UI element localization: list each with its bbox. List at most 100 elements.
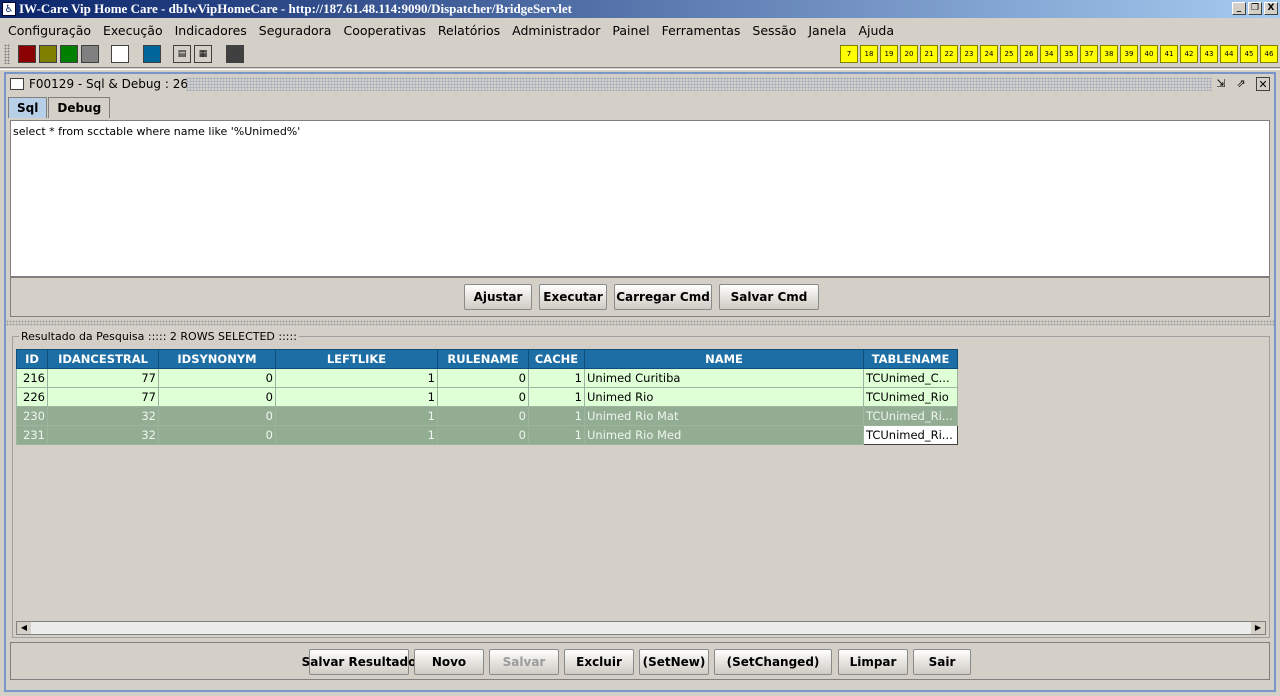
iconify-icon[interactable]: ⇲ <box>1214 77 1228 91</box>
cell-idancestral[interactable]: 77 <box>47 387 159 407</box>
shortcut-button-42[interactable]: 42 <box>1180 45 1198 63</box>
shortcut-button-41[interactable]: 41 <box>1160 45 1178 63</box>
tab-debug[interactable]: Debug <box>48 97 111 118</box>
cell-cache[interactable]: 1 <box>528 425 585 445</box>
table-row[interactable]: 216 77 0 1 0 1 Unimed Curitiba TCUnimed_… <box>16 368 958 388</box>
cell-tablename[interactable]: TCUnimed_Ri... <box>863 406 958 426</box>
cell-idsynonym[interactable]: 0 <box>158 368 276 388</box>
color-button-red[interactable] <box>18 45 36 63</box>
excluir-button[interactable]: Excluir <box>564 649 634 675</box>
shortcut-button-25[interactable]: 25 <box>1000 45 1018 63</box>
menu-configuracao[interactable]: Configuração <box>2 23 97 38</box>
cell-name[interactable]: Unimed Rio Med <box>584 425 864 445</box>
horizontal-scrollbar[interactable]: ◀ ▶ <box>16 621 1266 635</box>
cell-leftlike[interactable]: 1 <box>275 387 438 407</box>
color-button-green[interactable] <box>60 45 78 63</box>
shortcut-button-34[interactable]: 34 <box>1040 45 1058 63</box>
executar-button[interactable]: Executar <box>539 284 607 310</box>
cell-idsynonym[interactable]: 0 <box>158 387 276 407</box>
close-button[interactable]: X <box>1264 2 1278 15</box>
menu-cooperativas[interactable]: Cooperativas <box>337 23 431 38</box>
salvar-button[interactable]: Salvar <box>489 649 559 675</box>
column-header-name[interactable]: NAME <box>584 349 864 369</box>
color-button-white[interactable] <box>111 45 129 63</box>
color-button-olive[interactable] <box>39 45 57 63</box>
color-button-blue[interactable] <box>143 45 161 63</box>
window-list-icon[interactable]: ▦ <box>194 45 212 63</box>
shortcut-button-35[interactable]: 35 <box>1060 45 1078 63</box>
color-button-gray[interactable] <box>81 45 99 63</box>
cell-rulename[interactable]: 0 <box>437 387 529 407</box>
salvar-cmd-button[interactable]: Salvar Cmd <box>719 284 819 310</box>
cell-rulename[interactable]: 0 <box>437 425 529 445</box>
carregar-cmd-button[interactable]: Carregar Cmd <box>614 284 712 310</box>
shortcut-button-39[interactable]: 39 <box>1120 45 1138 63</box>
cell-idancestral[interactable]: 77 <box>47 368 159 388</box>
sql-editor[interactable]: select * from scctable where name like '… <box>10 120 1270 277</box>
menu-ferramentas[interactable]: Ferramentas <box>656 23 747 38</box>
cell-rulename[interactable]: 0 <box>437 368 529 388</box>
menu-ajuda[interactable]: Ajuda <box>852 23 900 38</box>
cell-leftlike[interactable]: 1 <box>275 425 438 445</box>
cell-idsynonym[interactable]: 0 <box>158 425 276 445</box>
cell-name[interactable]: Unimed Rio <box>584 387 864 407</box>
salvar-resultado-button[interactable]: Salvar Resultado <box>302 649 416 675</box>
dark-box-icon[interactable] <box>226 45 244 63</box>
cell-id[interactable]: 216 <box>16 368 48 388</box>
cell-leftlike[interactable]: 1 <box>275 406 438 426</box>
shortcut-button-23[interactable]: 23 <box>960 45 978 63</box>
column-header-cache[interactable]: CACHE <box>528 349 585 369</box>
cell-tablename[interactable]: TCUnimed_C... <box>863 368 958 388</box>
shortcut-button-20[interactable]: 20 <box>900 45 918 63</box>
tree-view-icon[interactable]: ▤ <box>173 45 191 63</box>
shortcut-button-21[interactable]: 21 <box>920 45 938 63</box>
column-header-idancestral[interactable]: IDANCESTRAL <box>47 349 159 369</box>
column-header-id[interactable]: ID <box>16 349 48 369</box>
cell-rulename[interactable]: 0 <box>437 406 529 426</box>
ajustar-button[interactable]: Ajustar <box>464 284 532 310</box>
cell-name[interactable]: Unimed Curitiba <box>584 368 864 388</box>
table-row[interactable]: 230 32 0 1 0 1 Unimed Rio Mat TCUnimed_R… <box>16 406 958 426</box>
cell-name[interactable]: Unimed Rio Mat <box>584 406 864 426</box>
cell-id[interactable]: 226 <box>16 387 48 407</box>
setnew-button[interactable]: (SetNew) <box>639 649 709 675</box>
scroll-right-icon[interactable]: ▶ <box>1251 622 1265 634</box>
scroll-left-icon[interactable]: ◀ <box>17 622 31 634</box>
cell-idancestral[interactable]: 32 <box>47 406 159 426</box>
menu-relatorios[interactable]: Relatórios <box>432 23 506 38</box>
restore-button[interactable]: ❐ <box>1248 2 1262 15</box>
shortcut-button-44[interactable]: 44 <box>1220 45 1238 63</box>
menu-painel[interactable]: Painel <box>606 23 655 38</box>
cell-id[interactable]: 230 <box>16 406 48 426</box>
shortcut-button-43[interactable]: 43 <box>1200 45 1218 63</box>
split-pane-divider[interactable] <box>6 320 1274 326</box>
table-row[interactable]: 231 32 0 1 0 1 Unimed Rio Med TCUnimed_R… <box>16 425 958 445</box>
cell-tablename[interactable]: TCUnimed_Rio <box>863 387 958 407</box>
shortcut-button-26[interactable]: 26 <box>1020 45 1038 63</box>
shortcut-button-46[interactable]: 46 <box>1260 45 1278 63</box>
table-row[interactable]: 226 77 0 1 0 1 Unimed Rio TCUnimed_Rio <box>16 387 958 407</box>
shortcut-button-18[interactable]: 18 <box>860 45 878 63</box>
shortcut-button-38[interactable]: 38 <box>1100 45 1118 63</box>
setchanged-button[interactable]: (SetChanged) <box>714 649 832 675</box>
column-header-idsynonym[interactable]: IDSYNONYM <box>158 349 276 369</box>
menu-seguradora[interactable]: Seguradora <box>253 23 338 38</box>
cell-leftlike[interactable]: 1 <box>275 368 438 388</box>
menu-execucao[interactable]: Execução <box>97 23 169 38</box>
maximize-icon[interactable]: ⇗ <box>1234 77 1248 91</box>
cell-id[interactable]: 231 <box>16 425 48 445</box>
menu-janela[interactable]: Janela <box>802 23 852 38</box>
menu-sessao[interactable]: Sessão <box>746 23 802 38</box>
cell-idsynonym[interactable]: 0 <box>158 406 276 426</box>
cell-cache[interactable]: 1 <box>528 368 585 388</box>
frame-title-bar[interactable]: F00129 - Sql & Debug : 26 ⇲ ⇗ ✕ <box>6 74 1274 94</box>
tab-sql[interactable]: Sql <box>8 97 48 118</box>
column-header-tablename[interactable]: TABLENAME <box>863 349 958 369</box>
cell-tablename-editing[interactable]: TCUnimed_Ri... <box>863 425 958 445</box>
shortcut-button-45[interactable]: 45 <box>1240 45 1258 63</box>
shortcut-button-24[interactable]: 24 <box>980 45 998 63</box>
column-header-rulename[interactable]: RULENAME <box>437 349 529 369</box>
cell-cache[interactable]: 1 <box>528 387 585 407</box>
sair-button[interactable]: Sair <box>913 649 971 675</box>
novo-button[interactable]: Novo <box>414 649 484 675</box>
